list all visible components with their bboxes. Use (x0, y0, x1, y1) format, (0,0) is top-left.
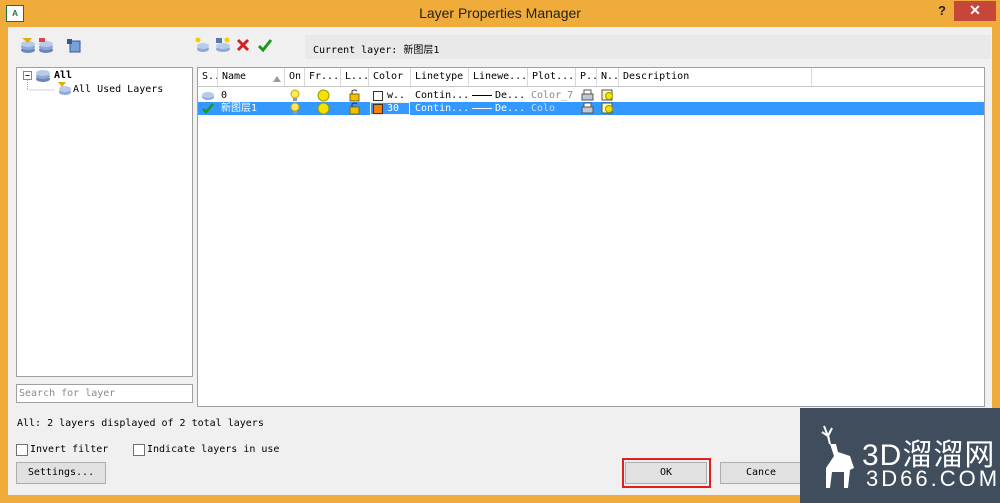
sort-ascending-icon (273, 74, 281, 82)
delete-layer-icon[interactable] (235, 37, 251, 53)
vp-freeze-icon[interactable] (601, 89, 615, 102)
layer-plot-style[interactable]: Color_7 (531, 89, 575, 102)
indicate-layers-checkbox[interactable] (133, 444, 145, 456)
layer-name[interactable]: 0 (221, 89, 281, 102)
layer-status-icon (201, 91, 215, 101)
col-lock[interactable]: L... (341, 68, 369, 86)
tree-item-all[interactable]: All (54, 70, 72, 81)
filter-icon (57, 82, 72, 96)
col-plot[interactable]: P.. (576, 68, 597, 86)
search-layer-input[interactable] (16, 384, 193, 403)
table-row[interactable]: 0 w... Contin... De... Color_7 (198, 89, 984, 102)
close-button[interactable]: ✕ (954, 1, 996, 21)
tree-item-all-used-layers[interactable]: All Used Layers (73, 84, 163, 95)
color-swatch (373, 104, 383, 114)
indicate-layers-label: Indicate layers in use (147, 444, 280, 455)
sun-icon[interactable] (317, 89, 331, 102)
ok-highlight-box (622, 458, 711, 488)
invert-filter-label: Invert filter (30, 444, 109, 455)
deer-logo-icon (810, 422, 858, 494)
help-button[interactable]: ? (934, 2, 950, 20)
title-bar: A Layer Properties Manager ? ✕ (0, 0, 1000, 27)
unlocked-icon[interactable] (348, 89, 362, 102)
invert-filter-checkbox[interactable] (16, 444, 28, 456)
layer-plot-style[interactable]: Colo (531, 102, 575, 115)
current-layer-bar: Current layer: 新图层1 (305, 35, 991, 59)
layer-stack-icon (35, 69, 51, 83)
settings-button[interactable]: Settings... (16, 462, 106, 484)
layer-lineweight[interactable]: De... (495, 102, 525, 115)
layer-linetype[interactable]: Contin... (415, 102, 467, 115)
current-layer-value: 新图层1 (403, 45, 440, 56)
layer-states-icon[interactable] (66, 38, 82, 54)
current-layer-display: Current layer: 新图层1 (313, 41, 439, 56)
table-row[interactable]: 新图层1 30 Contin... De... Colo (198, 102, 984, 115)
set-current-icon[interactable] (257, 37, 273, 53)
unlocked-icon[interactable] (348, 102, 362, 115)
lineweight-sample (472, 108, 492, 109)
vp-freeze-icon[interactable] (601, 102, 615, 115)
col-description[interactable]: Description (619, 68, 812, 86)
printer-icon[interactable] (581, 102, 595, 115)
sun-icon[interactable] (317, 102, 331, 115)
light-bulb-icon[interactable] (290, 89, 302, 102)
color-swatch (373, 91, 383, 101)
new-layer-vp-frozen-icon[interactable] (215, 37, 231, 53)
col-linetype[interactable]: Linetype (411, 68, 469, 86)
layer-name[interactable]: 新图层1 (221, 102, 281, 115)
grid-header: S.. Name On Fr... L... Color Linetype Li… (198, 68, 984, 87)
col-on[interactable]: On (285, 68, 305, 86)
window-title: Layer Properties Manager (419, 5, 581, 21)
col-plot-style[interactable]: Plot... (528, 68, 576, 86)
current-layer-label: Current layer: (313, 45, 398, 56)
watermark: 3D溜溜网 3D66.COM (800, 408, 1000, 503)
new-group-filter-icon[interactable] (38, 38, 54, 54)
current-layer-check-icon (201, 102, 215, 115)
col-new-vp-freeze[interactable]: N.. (597, 68, 619, 86)
col-lineweight[interactable]: Linewe... (469, 68, 528, 86)
light-bulb-icon[interactable] (290, 102, 302, 115)
watermark-line2: 3D66.COM (866, 466, 1000, 491)
layer-lineweight[interactable]: De... (495, 89, 525, 102)
layer-linetype[interactable]: Contin... (415, 89, 467, 102)
filter-tree[interactable]: All All Used Layers (16, 67, 193, 377)
layer-grid[interactable]: S.. Name On Fr... L... Color Linetype Li… (197, 67, 985, 407)
col-status[interactable]: S.. (198, 68, 218, 86)
layer-color-name[interactable]: w... (387, 89, 407, 102)
new-layer-icon[interactable] (194, 37, 210, 53)
col-color[interactable]: Color (369, 68, 411, 86)
new-property-filter-icon[interactable] (20, 38, 36, 54)
lineweight-sample (472, 95, 492, 96)
layer-count-status: All: 2 layers displayed of 2 total layer… (17, 418, 264, 429)
layer-color-name[interactable]: 30 (387, 102, 407, 115)
cancel-button[interactable]: Cance (720, 462, 802, 484)
printer-icon[interactable] (581, 89, 595, 102)
col-freeze[interactable]: Fr... (305, 68, 341, 86)
